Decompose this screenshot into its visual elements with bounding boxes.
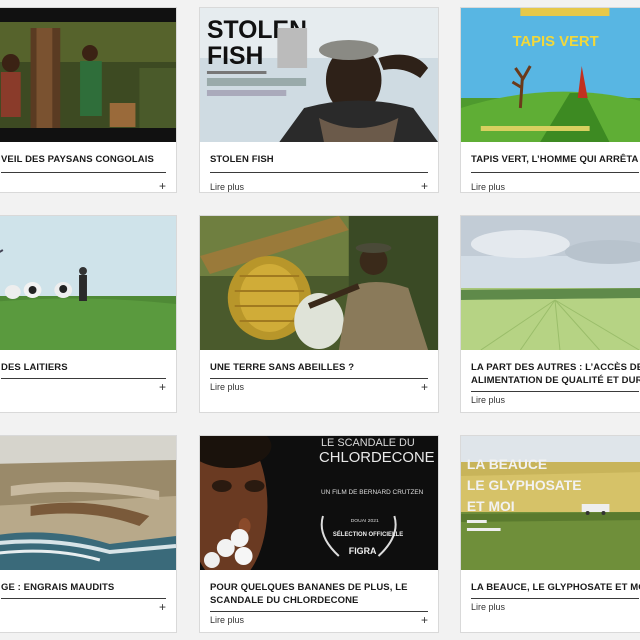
film-title[interactable]: STOLEN FISH xyxy=(210,153,428,166)
title-divider xyxy=(210,611,428,612)
poster-credit: UN FILM DE BERNARD CRUTZEN xyxy=(321,489,424,496)
film-title-line-2[interactable]: ALIMENTATION DE QUALITÉ ET DURAB xyxy=(471,374,640,387)
title-divider xyxy=(1,378,166,379)
poster-line-2: LE GLYPHOSATE xyxy=(467,477,582,493)
film-thumbnail[interactable] xyxy=(200,216,438,350)
film-poster[interactable]: TAPIS VERT xyxy=(461,8,640,142)
poster-top-line-2: CHLORDECONE xyxy=(319,449,435,466)
read-more-link[interactable]: Lire plus xyxy=(471,602,505,612)
title-divider xyxy=(210,378,428,379)
expand-plus-icon[interactable]: + xyxy=(421,614,428,626)
poster-title: TAPIS VERT xyxy=(512,33,598,50)
poster-line-3: ET MOI xyxy=(467,498,515,514)
film-card-tapis-vert[interactable]: TAPIS VERT TAPIS VERT, L’HOMME QUI ARRÊT… xyxy=(460,7,640,193)
film-thumbnail[interactable] xyxy=(461,216,640,350)
film-title[interactable]: TAPIS VERT, L’HOMME QUI ARRÊTA LE D xyxy=(471,153,640,166)
film-card-laitiers[interactable]: DES LAITIERS + xyxy=(0,215,177,413)
expand-plus-icon[interactable]: + xyxy=(421,381,428,393)
read-more-link[interactable]: Lire plus xyxy=(210,182,244,192)
title-divider xyxy=(1,172,166,173)
film-title[interactable]: LA BEAUCE, LE GLYPHOSATE ET MOI xyxy=(471,581,640,594)
film-card-paysans-congolais[interactable]: VEIL DES PAYSANS CONGOLAIS + xyxy=(0,7,177,193)
film-title-line-2[interactable]: SCANDALE DU CHLORDECONE xyxy=(210,594,428,607)
read-more-link[interactable]: Lire plus xyxy=(471,395,505,405)
film-card-la-beauce[interactable]: LA BEAUCE LE GLYPHOSATE ET MOI LA BEAUCE… xyxy=(460,435,640,633)
poster-title-2: FISH xyxy=(207,42,263,70)
expand-plus-icon[interactable]: + xyxy=(159,601,166,613)
film-title-line-1[interactable]: LA PART DES AUTRES : L’ACCÈS DE TOU xyxy=(471,361,640,374)
poster-selection: SÉLECTION OFFICIELLE xyxy=(333,530,403,538)
expand-plus-icon[interactable]: + xyxy=(159,180,166,192)
title-divider xyxy=(471,598,639,599)
poster-figra: FIGRA xyxy=(349,546,377,556)
film-thumbnail[interactable] xyxy=(0,8,176,142)
film-card-terre-sans-abeilles[interactable]: UNE TERRE SANS ABEILLES ? Lire plus + xyxy=(199,215,439,413)
film-card-part-des-autres[interactable]: LA PART DES AUTRES : L’ACCÈS DE TOU ALIM… xyxy=(460,215,640,413)
read-more-link[interactable]: Lire plus xyxy=(471,182,505,192)
film-thumbnail[interactable] xyxy=(0,436,176,570)
title-divider xyxy=(210,172,428,173)
film-title[interactable]: VEIL DES PAYSANS CONGOLAIS xyxy=(1,153,166,166)
title-divider xyxy=(1,598,166,599)
film-title[interactable]: UNE TERRE SANS ABEILLES ? xyxy=(210,361,428,374)
poster-festival: DOUAI 2021 xyxy=(351,518,379,524)
expand-plus-icon[interactable]: + xyxy=(421,180,428,192)
film-title[interactable]: GE : ENGRAIS MAUDITS xyxy=(1,581,166,594)
film-thumbnail[interactable] xyxy=(0,216,176,350)
film-poster[interactable]: LA BEAUCE LE GLYPHOSATE ET MOI xyxy=(461,436,640,570)
poster-top-line-1: LE SCANDALE DU xyxy=(321,437,415,449)
poster-line-1: LA BEAUCE xyxy=(467,456,547,472)
film-poster[interactable]: STOLEN FISH xyxy=(200,8,438,142)
film-card-stolen-fish[interactable]: STOLEN FISH STOLEN FISH Lire plus + xyxy=(199,7,439,193)
title-divider xyxy=(471,172,639,173)
film-card-chlordecone[interactable]: LE SCANDALE DU CHLORDECONE UN FILM DE BE… xyxy=(199,435,439,633)
film-title-line-1[interactable]: POUR QUELQUES BANANES DE PLUS, LE xyxy=(210,581,428,594)
expand-plus-icon[interactable]: + xyxy=(159,381,166,393)
title-divider xyxy=(471,391,639,392)
film-poster[interactable]: LE SCANDALE DU CHLORDECONE UN FILM DE BE… xyxy=(200,436,438,570)
read-more-link[interactable]: Lire plus xyxy=(210,615,244,625)
read-more-link[interactable]: Lire plus xyxy=(210,382,244,392)
film-title[interactable]: DES LAITIERS xyxy=(1,361,166,374)
film-card-engrais-maudits[interactable]: GE : ENGRAIS MAUDITS + xyxy=(0,435,177,633)
